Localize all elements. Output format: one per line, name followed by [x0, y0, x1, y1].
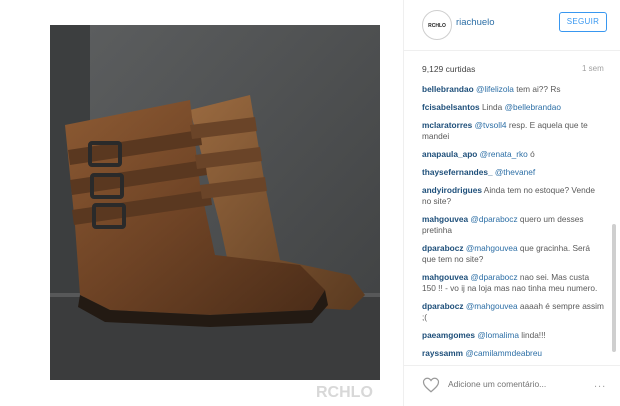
post-header: RCHLO riachuelo SEGUIR — [404, 0, 620, 51]
comment-mention[interactable]: @camilammdeabreu — [465, 348, 542, 358]
comment-user[interactable]: fcisabelsantos — [422, 102, 480, 112]
post-sidebar: RCHLO riachuelo SEGUIR 9,129 curtidas 1 … — [403, 0, 620, 406]
likes-count[interactable]: 9,129 curtidas — [422, 64, 475, 74]
comment-user[interactable]: thaysefernandes_ — [422, 167, 493, 177]
comment-item: mahgouvea @dparabocz nao sei. Mas custa … — [422, 272, 604, 294]
brand-watermark: RCHLO — [316, 384, 373, 401]
comment-mention[interactable]: @dparabocz — [470, 272, 517, 282]
comment-item: dparabocz @mahgouvea que gracinha. Será … — [422, 243, 604, 265]
comment-mention[interactable]: @tvsoll4 — [475, 120, 507, 130]
comment-text: linda!!! — [521, 330, 546, 340]
post-time[interactable]: 1 sem — [582, 64, 604, 73]
more-options-button[interactable]: ... — [594, 378, 606, 390]
comment-item: dparabocz @mahgouvea aaaah é sempre assi… — [422, 301, 604, 323]
comment-item: rayssamm @camilammdeabreu — [422, 348, 604, 359]
boots-image — [50, 25, 380, 380]
comments-list: bellebrandao @lifelizola tem ai?? Rs fci… — [422, 84, 604, 366]
comment-mention[interactable]: @bellebrandao — [505, 102, 561, 112]
comment-user[interactable]: mahgouvea — [422, 214, 468, 224]
comment-text: tem ai?? Rs — [516, 84, 561, 94]
comment-mention[interactable]: @mahgouvea — [466, 243, 518, 253]
brand-logo-icon: RCHLO — [424, 12, 450, 38]
comment-user[interactable]: dparabocz — [422, 243, 464, 253]
comment-text: Linda — [481, 102, 503, 112]
avatar[interactable]: RCHLO — [422, 10, 452, 40]
comment-user[interactable]: dparabocz — [422, 301, 464, 311]
comment-text: ó — [530, 149, 535, 159]
comment-mention[interactable]: @lifelizola — [476, 84, 514, 94]
username-link[interactable]: riachuelo — [456, 17, 495, 28]
comment-user[interactable]: andyirodrigues — [422, 185, 482, 195]
comment-user[interactable]: anapaula_apo — [422, 149, 477, 159]
comment-user[interactable]: rayssamm — [422, 348, 463, 358]
comment-item: bellebrandao @lifelizola tem ai?? Rs — [422, 84, 604, 95]
comment-mention[interactable]: @renata_rko — [480, 149, 528, 159]
comment-item: anapaula_apo @renata_rko ó — [422, 149, 604, 160]
comment-user[interactable]: mahgouvea — [422, 272, 468, 282]
comment-user[interactable]: bellebrandao — [422, 84, 474, 94]
post-photo — [50, 25, 380, 380]
comment-item: paeamgomes @lomalima linda!!! — [422, 330, 604, 341]
follow-button[interactable]: SEGUIR — [559, 12, 607, 32]
post-footer: ... — [404, 365, 620, 406]
add-comment-input[interactable] — [448, 379, 578, 389]
comment-item: andyirodrigues Ainda tem no estoque? Ven… — [422, 185, 604, 207]
comment-user[interactable]: paeamgomes — [422, 330, 475, 340]
svg-text:RCHLO: RCHLO — [428, 23, 446, 29]
comment-mention[interactable]: @mahgouvea — [466, 301, 518, 311]
comment-mention[interactable]: @thevanef — [495, 167, 535, 177]
heart-icon[interactable] — [422, 376, 440, 394]
comment-mention[interactable]: @dparabocz — [470, 214, 517, 224]
comment-item: mahgouvea @dparabocz quero um desses pre… — [422, 214, 604, 236]
comment-user[interactable]: mclaratorres — [422, 120, 472, 130]
comment-item: thaysefernandes_ @thevanef — [422, 167, 604, 178]
comment-mention[interactable]: @lomalima — [477, 330, 519, 340]
comments-scrollbar[interactable] — [612, 224, 616, 352]
comment-item: fcisabelsantos Linda @bellebrandao — [422, 102, 604, 113]
comment-item: mclaratorres @tvsoll4 resp. E aquela que… — [422, 120, 604, 142]
